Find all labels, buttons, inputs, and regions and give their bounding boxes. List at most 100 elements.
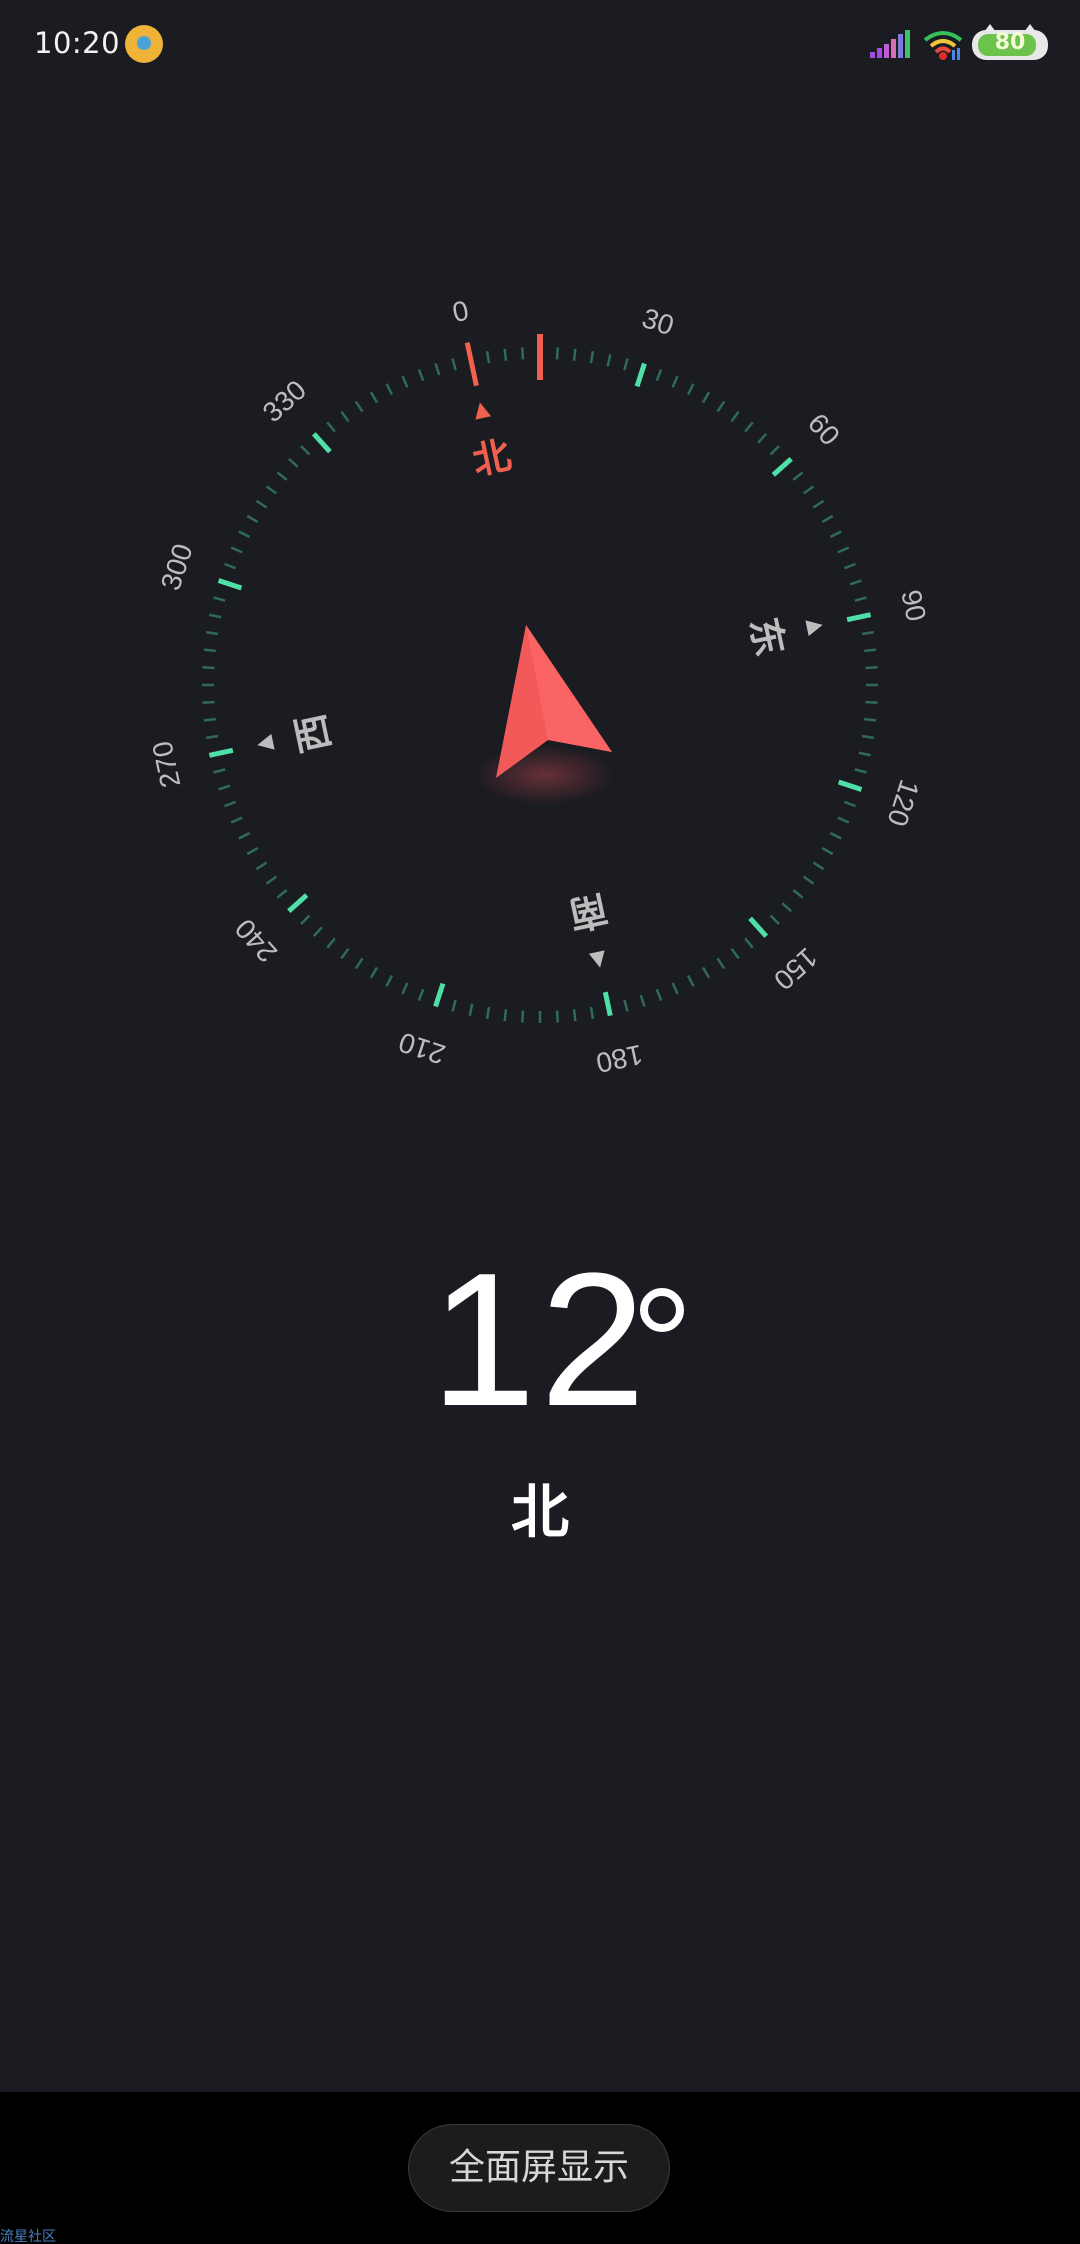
- minor-tick: [218, 784, 231, 791]
- minor-tick: [812, 861, 825, 871]
- minor-tick: [203, 648, 216, 653]
- minor-tick: [803, 875, 815, 885]
- minor-tick: [202, 666, 215, 670]
- bottom-bar: 全面屏显示: [0, 2092, 1080, 2244]
- minor-tick: [224, 800, 237, 808]
- minor-tick: [401, 982, 409, 995]
- minor-tick: [701, 966, 711, 979]
- minor-tick: [730, 410, 740, 422]
- minor-tick: [821, 514, 834, 524]
- minor-tick: [485, 350, 491, 364]
- cardinal-marker-icon: [257, 733, 275, 750]
- minor-tick: [843, 800, 856, 808]
- minor-tick: [434, 363, 441, 376]
- status-bar: 10:20 80: [0, 0, 1080, 90]
- minor-tick: [451, 358, 457, 371]
- compass-graphic: 0 30 60 90 120 150 180 210 240 270 300 330 北东南 西: [146, 295, 932, 1079]
- minor-tick: [503, 1009, 508, 1022]
- minor-tick: [209, 613, 222, 619]
- minor-tick: [821, 846, 834, 856]
- minor-tick: [843, 562, 856, 570]
- degree-label: 330: [257, 374, 312, 428]
- minor-tick: [417, 369, 425, 382]
- minor-tick: [854, 596, 867, 602]
- major-tick: [837, 779, 863, 792]
- major-tick: [311, 432, 332, 454]
- minor-tick: [861, 630, 875, 636]
- minor-tick: [803, 485, 815, 495]
- degree-label: 240: [229, 913, 283, 968]
- battery-level: 80: [994, 30, 1026, 55]
- minor-tick: [468, 1003, 474, 1016]
- minor-tick: [572, 348, 577, 361]
- minor-tick: [246, 846, 259, 856]
- degree-label: 210: [395, 1026, 449, 1070]
- minor-tick: [572, 1009, 577, 1022]
- degree-symbol-icon: [640, 1288, 684, 1332]
- minor-tick: [606, 354, 612, 367]
- minor-tick: [385, 383, 394, 396]
- minor-tick: [744, 937, 754, 949]
- degree-label: 0: [450, 295, 472, 329]
- minor-tick: [203, 717, 216, 722]
- minor-tick: [686, 383, 695, 396]
- cardinal-marker-icon: [475, 402, 492, 420]
- cardinal-marker-icon: [805, 620, 823, 637]
- minor-tick: [521, 1010, 525, 1023]
- minor-tick: [265, 875, 277, 885]
- minor-tick: [238, 831, 251, 840]
- minor-tick: [300, 914, 311, 925]
- minor-tick: [255, 861, 268, 871]
- minor-tick: [238, 530, 251, 539]
- heading-value: 12: [430, 1234, 650, 1446]
- minor-tick: [555, 1010, 559, 1023]
- minor-tick: [829, 831, 842, 840]
- minor-tick: [213, 596, 226, 602]
- cardinal-south: 南: [565, 886, 611, 937]
- degree-label: 120: [881, 776, 925, 830]
- major-tick: [634, 362, 647, 388]
- minor-tick: [265, 485, 277, 495]
- minor-tick: [865, 666, 878, 670]
- minor-tick: [326, 421, 336, 433]
- minor-tick: [671, 375, 679, 388]
- minor-tick: [744, 421, 754, 433]
- major-tick: [217, 578, 243, 591]
- compass-dial: 0 30 60 90 120 150 180 210 240 270 300 330 北东南 西: [0, 200, 1080, 1200]
- minor-tick: [829, 530, 842, 539]
- minor-tick: [864, 648, 877, 653]
- minor-tick: [854, 768, 867, 774]
- minor-tick: [287, 457, 299, 468]
- degree-label: 150: [768, 942, 823, 996]
- minor-tick: [769, 914, 780, 925]
- minor-tick: [792, 471, 804, 481]
- minor-tick: [503, 348, 508, 361]
- minor-tick: [555, 347, 559, 360]
- major-tick: [287, 893, 309, 914]
- cardinal-east: 东: [741, 614, 792, 660]
- minor-tick: [246, 514, 259, 524]
- minor-tick: [686, 974, 695, 987]
- minor-tick: [861, 734, 875, 740]
- minor-tick: [716, 400, 726, 413]
- minor-tick: [213, 768, 226, 774]
- minor-tick: [792, 889, 804, 899]
- minor-tick: [716, 957, 726, 970]
- minor-tick: [858, 751, 871, 757]
- minor-tick: [385, 974, 394, 987]
- minor-tick: [864, 717, 877, 722]
- app-notification-icon: [125, 25, 163, 63]
- minor-tick: [812, 499, 825, 509]
- minor-tick: [623, 358, 629, 371]
- minor-tick: [276, 889, 288, 899]
- minor-tick: [730, 948, 740, 960]
- minor-tick: [205, 630, 219, 636]
- minor-tick: [300, 445, 311, 456]
- minor-tick: [230, 816, 243, 824]
- heading-direction: 北: [510, 1478, 569, 1546]
- minor-tick: [757, 432, 768, 444]
- fullscreen-button[interactable]: 全面屏显示: [408, 2124, 670, 2212]
- minor-tick: [255, 499, 268, 509]
- minor-tick: [354, 400, 364, 413]
- minor-tick: [230, 546, 243, 554]
